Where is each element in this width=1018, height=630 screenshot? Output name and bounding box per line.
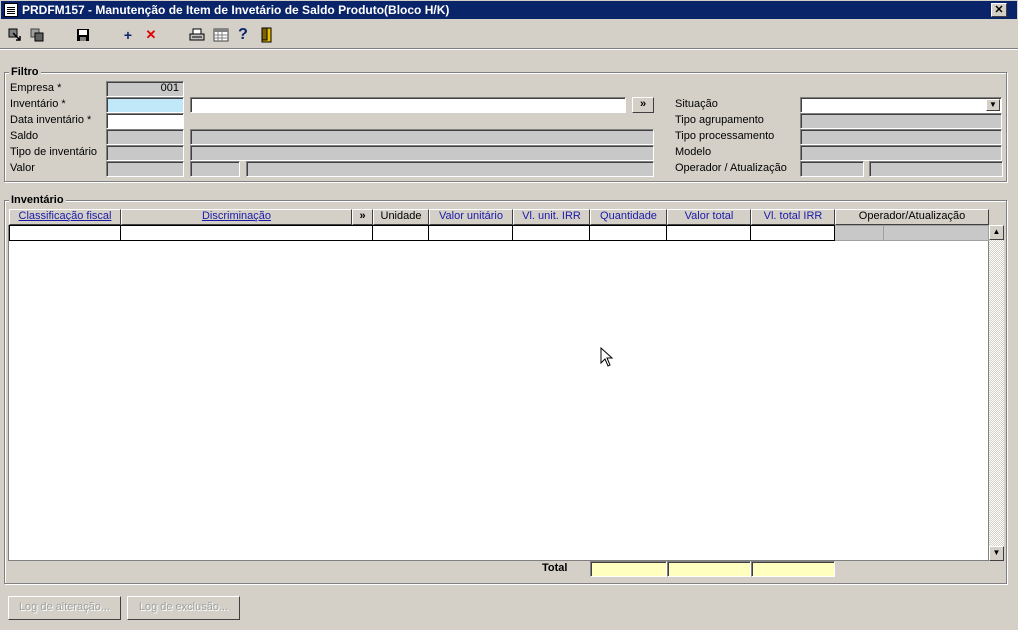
- col-discriminacao-lookup-button[interactable]: »: [352, 209, 373, 225]
- tipo-agrupamento-field: [800, 113, 1002, 129]
- valor-field-2: [190, 161, 240, 177]
- cell-atualizacao: [884, 225, 989, 241]
- cell-operador: [835, 225, 884, 241]
- tipo-agrupamento-label: Tipo agrupamento: [675, 114, 764, 126]
- chevron-down-icon[interactable]: ▼: [986, 99, 1000, 111]
- inventario-lookup-button[interactable]: »: [632, 97, 654, 113]
- cell-vl-unit-irr[interactable]: [513, 225, 590, 241]
- vertical-scrollbar[interactable]: ▲ ▼: [989, 225, 1004, 561]
- total-valor-field: [667, 561, 751, 577]
- save-icon[interactable]: [74, 26, 92, 44]
- tipo-processamento-label: Tipo processamento: [675, 130, 775, 142]
- modelo-field: [800, 145, 1002, 161]
- total-vl-irr-field: [751, 561, 835, 577]
- situacao-label: Situação: [675, 98, 718, 110]
- tipo-inventario-label: Tipo de inventário: [10, 146, 98, 158]
- col-quantidade[interactable]: Quantidade: [590, 209, 667, 225]
- inventario-field[interactable]: [106, 97, 184, 113]
- cell-vl-total-irr[interactable]: [751, 225, 835, 241]
- add-icon[interactable]: +: [119, 26, 137, 44]
- col-valor-unitario[interactable]: Valor unitário: [429, 209, 513, 225]
- col-unidade[interactable]: Unidade: [373, 209, 429, 225]
- col-discriminacao[interactable]: Discriminação: [121, 209, 352, 225]
- atualizacao-field: [869, 161, 1003, 177]
- col-vl-total-irr[interactable]: Vl. total IRR: [751, 209, 835, 225]
- col-valor-total[interactable]: Valor total: [667, 209, 751, 225]
- window-title: PRDFM157 - Manutenção de Item de Invetár…: [22, 3, 450, 17]
- tipo-inventario-field: [106, 145, 184, 161]
- app-icon: [4, 3, 18, 17]
- log-exclusao-button[interactable]: Log de exclusão...: [127, 596, 240, 620]
- filter-title: Filtro: [9, 66, 41, 78]
- toolbar: + ✕ ?: [0, 22, 1018, 50]
- col-operador-atualizacao[interactable]: Operador/Atualização: [835, 209, 989, 225]
- valor-field-3: [246, 161, 654, 177]
- log-alteracao-button[interactable]: Log de alteração...: [8, 596, 121, 620]
- tipo-inventario-description-field: [190, 145, 654, 161]
- saldo-description-field: [190, 129, 654, 145]
- close-button[interactable]: ✕: [991, 3, 1007, 17]
- valor-label: Valor: [10, 162, 35, 174]
- saldo-label: Saldo: [10, 130, 39, 142]
- saldo-field: [106, 129, 184, 145]
- empresa-field[interactable]: 001: [106, 81, 184, 97]
- inventario-grid[interactable]: [8, 225, 989, 561]
- title-bar: PRDFM157 - Manutenção de Item de Invetár…: [0, 0, 1018, 20]
- print-icon[interactable]: [188, 26, 206, 44]
- delete-icon[interactable]: ✕: [142, 26, 160, 44]
- select-icon[interactable]: [6, 26, 24, 44]
- inventario-title: Inventário: [9, 194, 66, 206]
- total-quantidade-field: [590, 561, 667, 577]
- tipo-processamento-field: [800, 129, 1002, 145]
- total-label: Total: [542, 562, 568, 574]
- cell-quantidade[interactable]: [590, 225, 667, 241]
- cell-classificacao-fiscal[interactable]: [9, 225, 121, 241]
- cell-valor-unitario[interactable]: [429, 225, 513, 241]
- inventario-description-field[interactable]: [190, 97, 626, 113]
- col-classificacao-fiscal[interactable]: Classificação fiscal: [9, 209, 121, 225]
- scroll-down-icon[interactable]: ▼: [989, 546, 1004, 561]
- data-inventario-field[interactable]: [106, 113, 184, 129]
- valor-field: [106, 161, 184, 177]
- copy-icon[interactable]: [28, 26, 46, 44]
- help-icon[interactable]: ?: [234, 26, 252, 44]
- calendar-icon[interactable]: [212, 26, 230, 44]
- cell-valor-total[interactable]: [667, 225, 751, 241]
- col-vl-unit-irr[interactable]: Vl. unit. IRR: [513, 209, 590, 225]
- situacao-select[interactable]: ▼: [800, 97, 1002, 113]
- inventario-label: Inventário *: [10, 98, 66, 110]
- cell-discriminacao[interactable]: [121, 225, 373, 241]
- modelo-label: Modelo: [675, 146, 712, 158]
- mouse-cursor-icon: [600, 347, 614, 367]
- data-inventario-label: Data inventário *: [10, 114, 92, 126]
- cell-unidade[interactable]: [373, 225, 429, 241]
- empresa-label: Empresa *: [10, 82, 62, 94]
- operador-label: Operador / Atualização: [675, 162, 787, 174]
- exit-icon[interactable]: [258, 26, 276, 44]
- operador-field: [800, 161, 864, 177]
- scroll-up-icon[interactable]: ▲: [989, 225, 1004, 240]
